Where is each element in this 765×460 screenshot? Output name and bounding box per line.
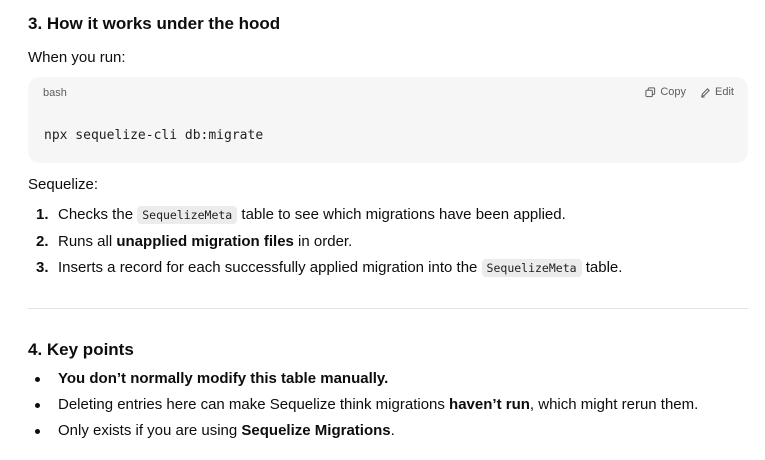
- edit-label: Edit: [715, 86, 734, 98]
- item-text: Runs all: [58, 233, 117, 250]
- code-block: bash Copy Edit npx sequelize-cli db:migr…: [28, 77, 748, 163]
- code-command: npx sequelize-cli db:migrate: [44, 128, 264, 143]
- edit-button[interactable]: Edit: [700, 86, 734, 98]
- list-number: 2.: [36, 233, 49, 250]
- item-text: table to see which migrations have been …: [237, 206, 566, 223]
- bullet-icon: [35, 429, 40, 434]
- points-list: You don’t normally modify this table man…: [28, 369, 698, 441]
- list-item: 1. Checks the SequelizeMeta table to see…: [28, 205, 622, 232]
- copy-label: Copy: [660, 86, 687, 98]
- list-item: Deleting entries here can make Sequelize…: [28, 395, 698, 421]
- intro-text: When you run:: [28, 49, 126, 66]
- bullet-icon: [35, 403, 40, 408]
- item-text: table.: [581, 259, 623, 276]
- section-heading: 3. How it works under the hood: [28, 14, 281, 33]
- item-bold: haven’t run: [449, 396, 530, 413]
- lead-text: Sequelize:: [28, 176, 99, 193]
- code-actions: Copy Edit: [645, 86, 734, 98]
- copy-icon: [645, 86, 656, 97]
- copy-button[interactable]: Copy: [645, 86, 686, 98]
- item-text: Only exists if you are using: [58, 422, 242, 439]
- list-item: 3. Inserts a record for each successfull…: [28, 258, 622, 278]
- item-bold: Sequelize Migrations: [241, 422, 391, 439]
- section-heading: 4. Key points: [28, 340, 134, 359]
- inline-code: SequelizeMeta: [137, 206, 238, 224]
- item-text: Inserts a record for each successfully a…: [58, 259, 482, 276]
- list-number: 3.: [36, 259, 49, 276]
- steps-list: 1. Checks the SequelizeMeta table to see…: [28, 205, 622, 278]
- code-language-label: bash: [43, 87, 67, 99]
- item-text: .: [390, 422, 395, 439]
- list-item: Only exists if you are using Sequelize M…: [28, 421, 698, 441]
- item-text: , which might rerun them.: [529, 396, 699, 413]
- item-text: in order.: [293, 233, 353, 250]
- item-bold: You don’t normally modify this table man…: [58, 370, 389, 387]
- list-item: You don’t normally modify this table man…: [28, 369, 698, 395]
- list-number: 1.: [36, 206, 49, 223]
- item-text: Checks the: [58, 206, 138, 223]
- edit-icon: [701, 87, 710, 98]
- divider: [28, 308, 748, 309]
- bullet-icon: [35, 377, 40, 382]
- item-text: Deleting entries here can make Sequelize…: [58, 396, 450, 413]
- inline-code: SequelizeMeta: [481, 259, 582, 277]
- list-item: 2. Runs all unapplied migration files in…: [28, 232, 622, 258]
- item-bold: unapplied migration files: [116, 233, 294, 250]
